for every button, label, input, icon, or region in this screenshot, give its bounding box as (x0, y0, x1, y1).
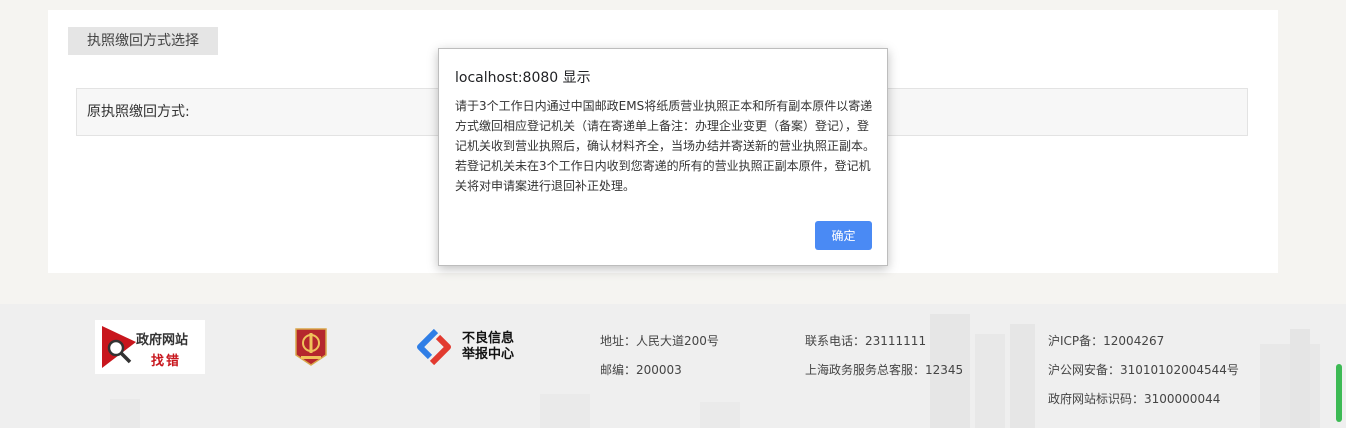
dialog-title: localhost:8080 显示 (455, 70, 591, 86)
gov-logo-line2: 找错 (151, 354, 182, 369)
gov-site-error-logo[interactable]: 政府网站 找错 (95, 320, 205, 374)
section-tab[interactable]: 执照缴回方式选择 (68, 27, 218, 55)
footer-address: 地址：人民大道200号 (600, 334, 719, 348)
gov-logo-line1: 政府网站 (136, 333, 189, 348)
footer-hotline: 上海政务服务总客服：12345 (805, 363, 964, 377)
party-emblem-icon[interactable] (294, 327, 328, 367)
footer: 政府网站 找错 不良信息 举报中心 地址：人民大道200号 邮编：200003 … (0, 304, 1346, 428)
alert-dialog: localhost:8080 显示 请于3个工作日内通过中国邮政EMS将纸质营业… (438, 48, 888, 266)
dialog-message: 请于3个工作日内通过中国邮政EMS将纸质营业执照正本和所有副本原件以寄递方式缴回… (455, 99, 876, 193)
footer-icp[interactable]: 沪ICP备：12004267 (1048, 332, 1164, 349)
footer-police-record[interactable]: 沪公网安备：31010102004544号 (1048, 361, 1239, 378)
ok-button[interactable]: 确定 (815, 221, 872, 250)
scrollbar-thumb[interactable] (1336, 364, 1342, 422)
search-icon (102, 326, 136, 368)
report-line1: 不良信息 (462, 331, 515, 346)
footer-phone: 联系电话：23111111 (805, 334, 927, 348)
footer-site-code: 政府网站标识码：3100000044 (1048, 392, 1221, 406)
report-center-icon (417, 329, 451, 365)
return-method-label: 原执照缴回方式: (87, 104, 190, 120)
report-line2: 举报中心 (462, 347, 515, 362)
footer-postcode: 邮编：200003 (600, 363, 682, 377)
